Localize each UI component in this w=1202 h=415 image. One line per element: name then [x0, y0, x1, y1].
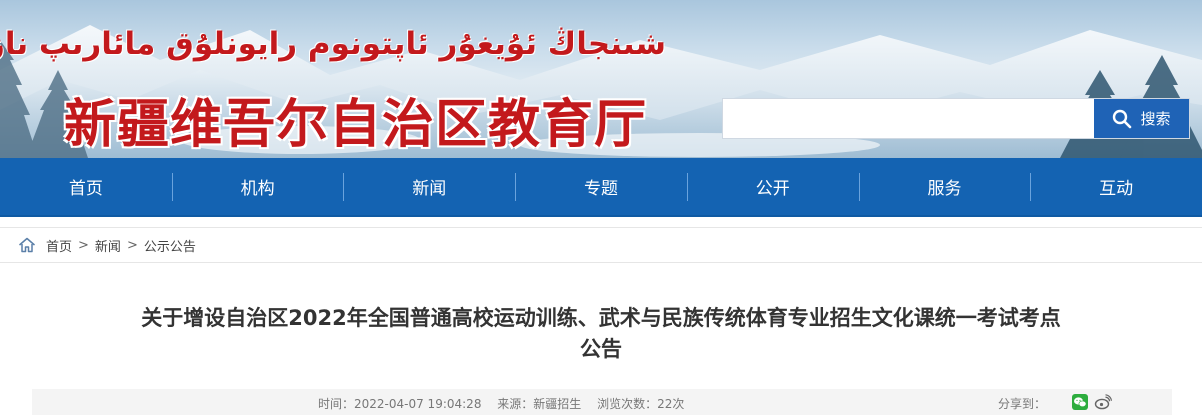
- article-title: 关于增设自治区2022年全国普通高校运动训练、武术与民族传统体育专业招生文化课统…: [40, 303, 1162, 365]
- view-count: 浏览次数：22次: [597, 397, 685, 411]
- nav-item-news[interactable]: 新闻: [343, 158, 515, 215]
- nav-item-topics[interactable]: 专题: [515, 158, 687, 215]
- article-meta-bar: 时间：2022-04-07 19:04:28 来源：新疆招生 浏览次数：22次 …: [32, 389, 1172, 415]
- main-nav: 首页 机构 新闻 专题 公开 服务 互动: [0, 158, 1202, 217]
- nav-item-interaction[interactable]: 互动: [1030, 158, 1202, 215]
- article-title-line-1: 关于增设自治区2022年全国普通高校运动训练、武术与民族传统体育专业招生文化课统…: [141, 306, 1061, 330]
- share-label: 分享到：: [998, 397, 1047, 411]
- nav-item-disclosure[interactable]: 公开: [686, 158, 859, 215]
- breadcrumb: 首页 > 新闻 > 公示公告: [0, 227, 1202, 263]
- breadcrumb-separator: >: [126, 237, 138, 253]
- search-button-label: 搜索: [1140, 110, 1171, 128]
- wechat-share-icon[interactable]: [1072, 394, 1088, 413]
- home-icon[interactable]: [18, 237, 36, 253]
- nav-item-home[interactable]: 首页: [0, 158, 172, 215]
- search-bar: 搜索: [722, 98, 1190, 139]
- nav-item-services[interactable]: 服务: [858, 158, 1031, 215]
- article-title-line-2: 公告: [580, 337, 622, 361]
- search-icon: [1113, 109, 1132, 128]
- publish-time: 时间：2022-04-07 19:04:28: [318, 397, 482, 411]
- weibo-share-icon[interactable]: [1094, 394, 1112, 413]
- search-button[interactable]: 搜索: [1094, 99, 1189, 138]
- article-source: 来源：新疆招生: [497, 397, 582, 411]
- breadcrumb-news[interactable]: 新闻: [95, 236, 121, 255]
- nav-item-institutions[interactable]: 机构: [171, 158, 344, 215]
- breadcrumb-announcements[interactable]: 公示公告: [144, 236, 196, 255]
- site-header: شىنجاڭ ئۇيغۇر ئاپتونوم رايونلۇق مائارىپ …: [0, 0, 1202, 158]
- article-meta: 时间：2022-04-07 19:04:28 来源：新疆招生 浏览次数：22次: [318, 395, 696, 412]
- breadcrumb-home[interactable]: 首页: [46, 236, 72, 255]
- breadcrumb-separator: >: [78, 237, 89, 253]
- search-input[interactable]: [723, 99, 1094, 138]
- site-title[interactable]: 新疆维吾尔自治区教育厅: [64, 82, 647, 157]
- uyghur-site-title: شىنجاڭ ئۇيغۇر ئاپتونوم رايونلۇق مائارىپ …: [0, 26, 666, 62]
